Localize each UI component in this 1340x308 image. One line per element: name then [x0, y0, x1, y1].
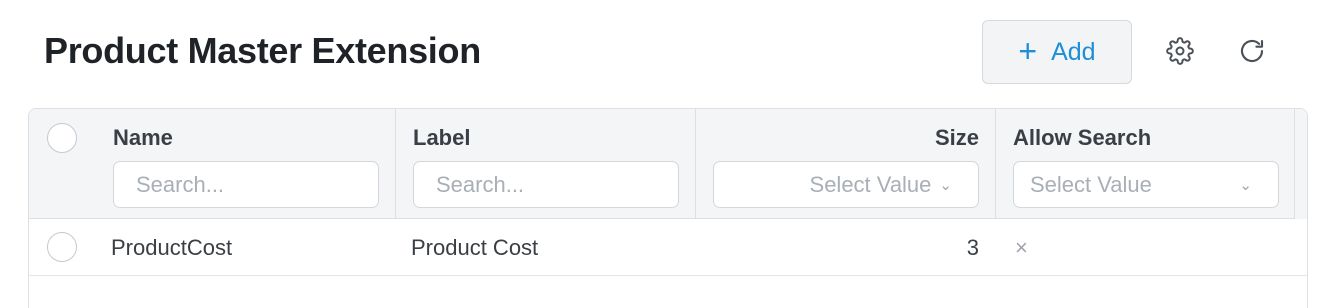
size-select-value: Select Value — [809, 171, 932, 197]
column-header-allow-search[interactable]: Allow Search — [1013, 125, 1151, 151]
chevron-down-icon: ⌄ — [1239, 176, 1252, 194]
size-select[interactable]: Select Value ⌄ — [713, 161, 979, 208]
chevron-down-icon: ⌄ — [939, 176, 952, 194]
header-scroll-edge — [1294, 109, 1307, 219]
table-row[interactable]: ProductCost Product Cost 3 × — [29, 220, 1307, 276]
refresh-button[interactable] — [1235, 34, 1269, 68]
cell-size: 3 — [966, 235, 979, 260]
column-divider[interactable] — [395, 109, 396, 219]
cell-name: ProductCost — [111, 235, 233, 260]
name-search-input[interactable] — [113, 161, 379, 208]
allow-search-select[interactable]: Select Value ⌄ — [1013, 161, 1279, 208]
settings-button[interactable] — [1163, 34, 1197, 68]
table-header: Name Label Size Select Value ⌄ Allow Sea… — [29, 109, 1307, 219]
refresh-icon — [1240, 39, 1264, 63]
column-divider[interactable] — [695, 109, 696, 219]
column-divider[interactable] — [995, 109, 996, 219]
page: Product Master Extension + Add Name Labe… — [0, 0, 1340, 308]
plus-icon: + — [1018, 32, 1038, 69]
column-header-name[interactable]: Name — [113, 125, 173, 151]
cell-label: Product Cost — [411, 235, 539, 260]
row-checkbox[interactable] — [47, 232, 77, 262]
label-search-input[interactable] — [413, 161, 679, 208]
allow-search-select-value: Select Value — [1030, 171, 1152, 197]
column-header-size[interactable]: Size — [713, 125, 979, 151]
gear-icon — [1166, 37, 1194, 65]
page-title: Product Master Extension — [44, 30, 481, 71]
add-button[interactable]: + Add — [982, 20, 1132, 84]
column-header-label[interactable]: Label — [413, 125, 470, 151]
add-button-label: Add — [1051, 37, 1096, 66]
select-all-checkbox[interactable] — [47, 123, 77, 153]
data-table: Name Label Size Select Value ⌄ Allow Sea… — [28, 108, 1308, 308]
cell-allow-search-false-icon: × — [1015, 235, 1028, 260]
